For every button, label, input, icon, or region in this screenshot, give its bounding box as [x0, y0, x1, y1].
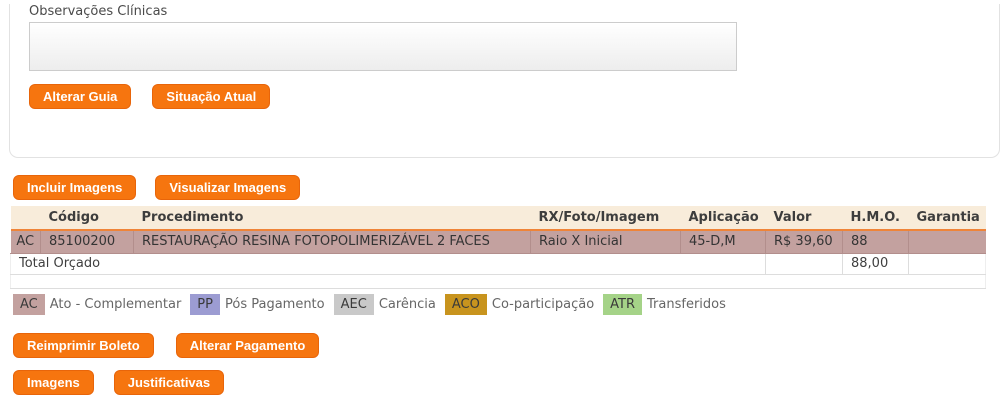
total-hmo-cell: 88,00 — [842, 253, 909, 275]
situacao-atual-button[interactable]: Situação Atual — [152, 84, 271, 109]
procedure-codigo-cell: 85100200 — [40, 230, 134, 254]
visualizar-imagens-button[interactable]: Visualizar Imagens — [155, 175, 301, 200]
procedure-tag-cell: AC — [10, 230, 41, 254]
status-legend: AC Ato - Complementar PP Pós Pagamento A… — [13, 293, 1007, 315]
imagens-button[interactable]: Imagens — [13, 369, 94, 395]
procedure-hmo-cell: 88 — [842, 230, 909, 254]
observations-textarea[interactable] — [29, 22, 737, 71]
legend-label-ac: Ato - Complementar — [49, 296, 182, 312]
procedure-rx-cell: Raio X Inicial — [530, 230, 681, 254]
legend-label-aec: Carência — [378, 296, 436, 312]
clinical-observations-card: Observações Clínicas Alterar Guia Situaç… — [9, 4, 1000, 158]
reimprimir-boleto-button[interactable]: Reimprimir Boleto — [13, 332, 154, 358]
col-header-hmo: H.M.O. — [842, 206, 909, 231]
total-valor-cell — [765, 253, 843, 275]
table-footer-spacer-row — [10, 274, 986, 289]
legend-label-aco: Co-participação — [491, 296, 595, 312]
legend-label-atr: Transferidos — [647, 296, 726, 312]
justificativas-button[interactable]: Justificativas — [113, 369, 225, 395]
table-header-row: Código Procedimento RX/Foto/Imagem Aplic… — [10, 206, 986, 231]
col-header-tag — [10, 206, 41, 231]
payment-button-row: Reimprimir Boleto Alterar Pagamento — [13, 332, 1007, 358]
total-garantia-cell — [908, 253, 986, 275]
procedure-name-cell: RESTAURAÇÃO RESINA FOTOPOLIMERIZÁVEL 2 F… — [133, 230, 531, 254]
legend-badge-pp: PP — [190, 293, 220, 315]
col-header-valor: Valor — [765, 206, 843, 231]
procedure-valor-cell: R$ 39,60 — [765, 230, 843, 254]
alterar-pagamento-button[interactable]: Alterar Pagamento — [175, 332, 320, 358]
legend-label-pp: Pós Pagamento — [224, 296, 325, 312]
total-row: Total Orçado 88,00 — [10, 253, 986, 275]
observations-label: Observações Clínicas — [29, 4, 168, 19]
col-header-garantia: Garantia — [908, 206, 986, 231]
procedure-garantia-cell — [908, 230, 986, 254]
legend-badge-aco: ACO — [444, 293, 487, 315]
incluir-imagens-button[interactable]: Incluir Imagens — [13, 175, 137, 200]
total-label-cell: Total Orçado — [10, 253, 766, 275]
col-header-rx-foto-imagem: RX/Foto/Imagem — [530, 206, 681, 231]
col-header-procedimento: Procedimento — [133, 206, 531, 231]
bottom-button-row: Imagens Justificativas — [13, 369, 1007, 395]
procedure-aplicacao-cell: 45-D,M — [680, 230, 766, 254]
card-button-row: Alterar Guia Situação Atual — [29, 84, 999, 109]
procedures-table: Código Procedimento RX/Foto/Imagem Aplic… — [10, 206, 986, 289]
col-header-codigo: Código — [40, 206, 134, 231]
legend-badge-aec: AEC — [333, 293, 374, 315]
legend-badge-ac: AC — [13, 293, 45, 315]
procedure-row[interactable]: AC 85100200 RESTAURAÇÃO RESINA FOTOPOLIM… — [10, 230, 986, 254]
legend-badge-atr: ATR — [603, 293, 643, 315]
images-button-row: Incluir Imagens Visualizar Imagens — [13, 175, 1007, 200]
col-header-aplicacao: Aplicação — [680, 206, 766, 231]
alterar-guia-button[interactable]: Alterar Guia — [29, 84, 132, 109]
